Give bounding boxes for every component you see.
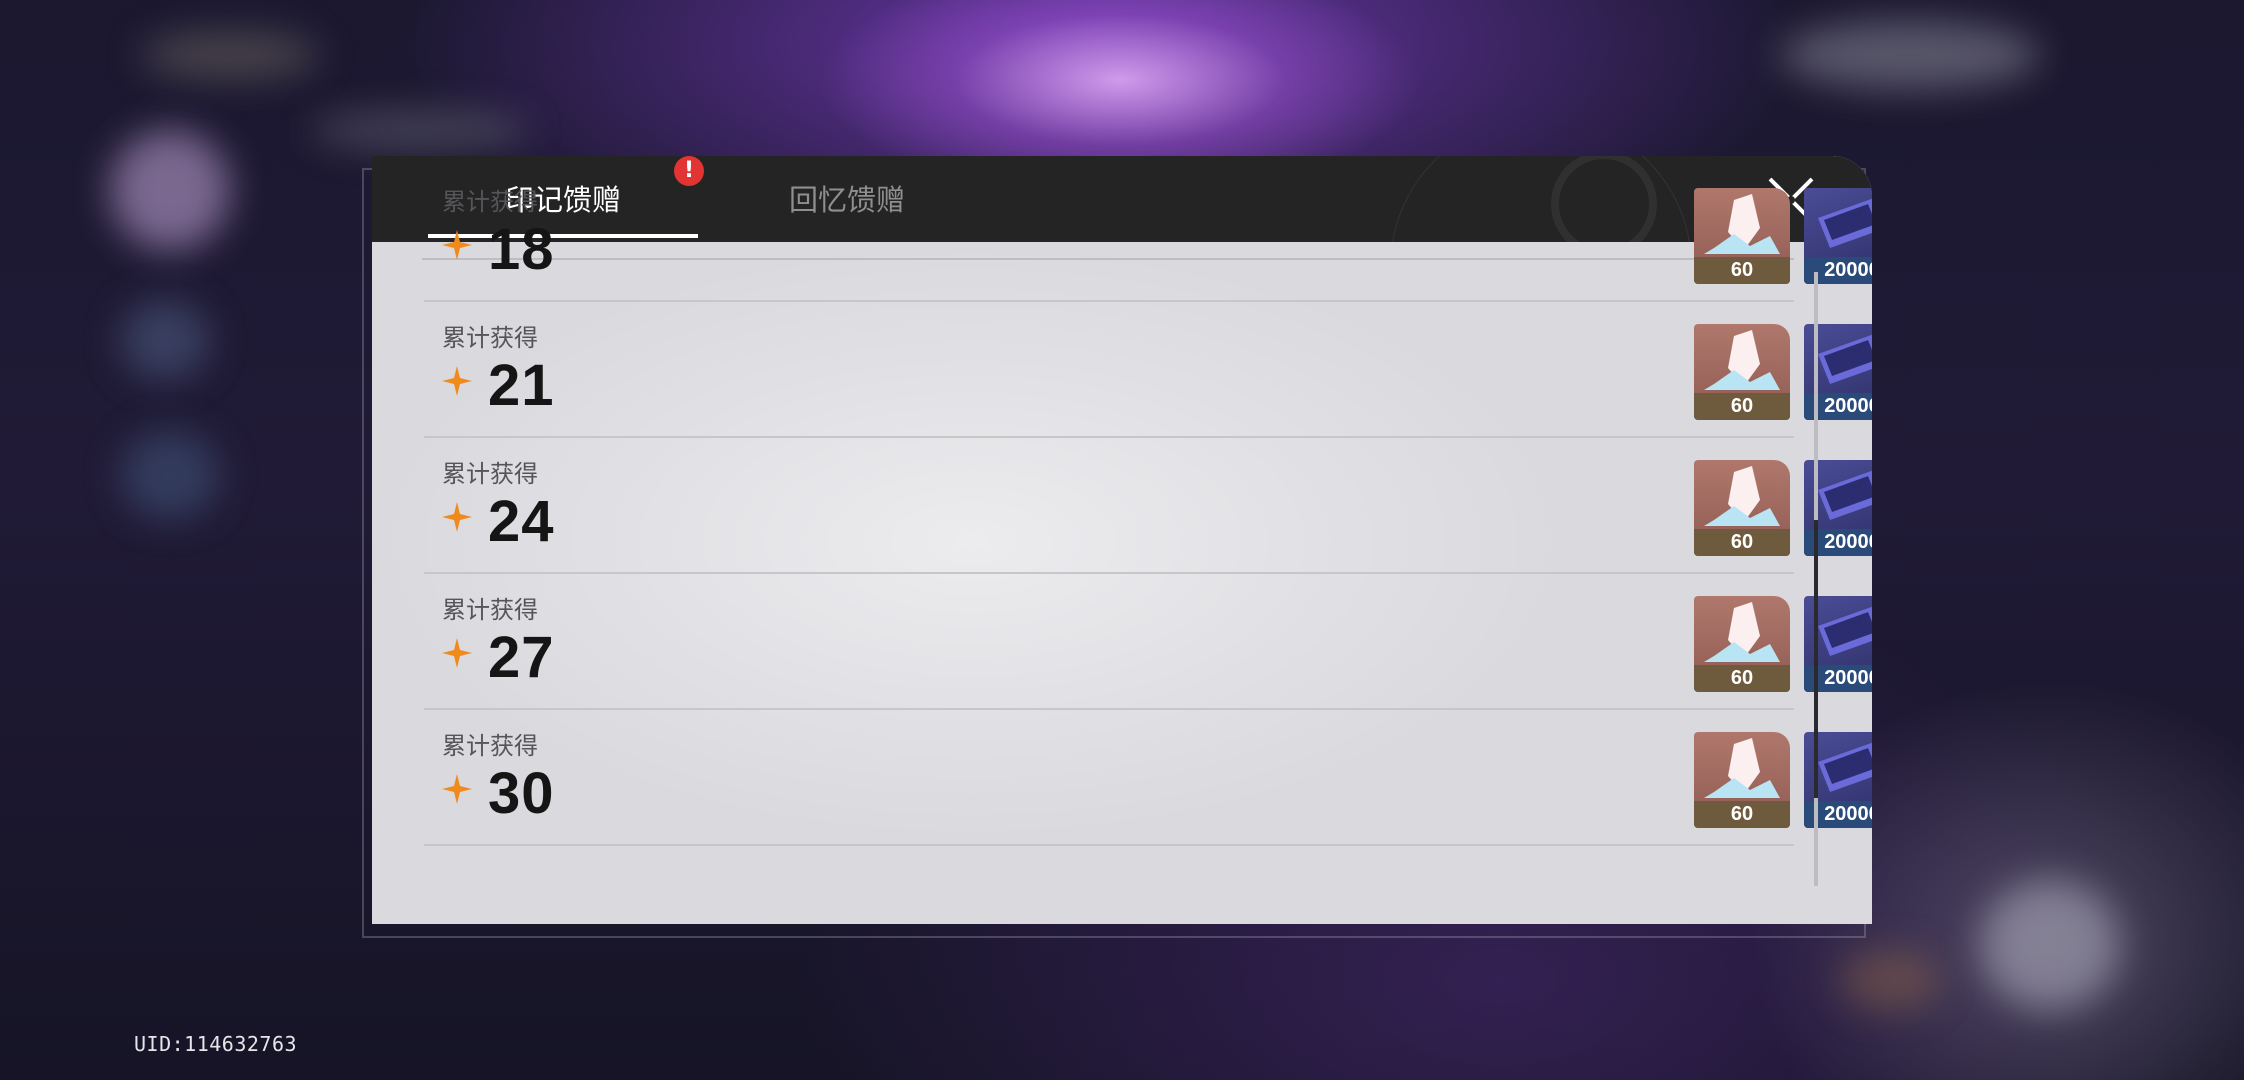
row-label: 累计获得 (442, 188, 538, 216)
background-icon-blur (1840, 950, 1940, 1010)
row-count: 18 (488, 217, 555, 282)
card-icon (1818, 198, 1872, 248)
row-count: 30 (488, 761, 555, 826)
reward-row: 累计获得 18 60 20000 领取 (424, 166, 1872, 302)
reward-row: 累计获得 30 60 20000 领取 (424, 710, 1872, 846)
row-label: 累计获得 (442, 324, 538, 352)
star-icon (442, 502, 472, 532)
row-count: 24 (488, 489, 555, 554)
reward-item-crystal[interactable]: 60 (1694, 460, 1790, 556)
reward-item-crystal[interactable]: 60 (1694, 596, 1790, 692)
crystal-icon (1704, 738, 1780, 798)
reward-item-crystal[interactable]: 60 (1694, 732, 1790, 828)
row-label: 累计获得 (442, 596, 538, 624)
background-button-blur (1780, 20, 2040, 90)
background-icon-blur (120, 430, 220, 520)
scrollbar-thumb[interactable] (1814, 520, 1818, 798)
reward-row: 累计获得 24 60 20000 领取 (424, 438, 1872, 574)
reward-quantity: 60 (1694, 393, 1790, 420)
star-icon (442, 366, 472, 396)
reward-list[interactable]: 累计获得 18 60 20000 领取 累计获得 21 60 (372, 188, 1872, 924)
reward-modal: 印记馈赠 ! 回忆馈赠 累计获得 18 60 2000 累计获得 21 60 2… (372, 156, 1872, 924)
reward-row: 累计获得 27 60 20000 领取 (424, 574, 1872, 710)
row-count: 21 (488, 353, 555, 418)
star-icon (442, 230, 472, 260)
reward-item-crystal[interactable]: 60 (1694, 188, 1790, 284)
background-avatar-blur (1980, 880, 2120, 1010)
background-icon-blur (120, 300, 210, 380)
reward-quantity: 60 (1694, 665, 1790, 692)
reward-item-card[interactable]: 20000 (1804, 188, 1872, 284)
reward-quantity: 60 (1694, 801, 1790, 828)
row-count: 27 (488, 625, 555, 690)
reward-row: 累计获得 21 60 20000 领取 (424, 302, 1872, 438)
background-text-blur (140, 30, 320, 80)
crystal-icon (1704, 330, 1780, 390)
crystal-icon (1704, 466, 1780, 526)
reward-quantity: 60 (1694, 257, 1790, 284)
background-avatar-blur (110, 130, 230, 250)
crystal-icon (1704, 194, 1780, 254)
star-icon (442, 774, 472, 804)
row-label: 累计获得 (442, 732, 538, 760)
star-icon (442, 638, 472, 668)
reward-quantity: 60 (1694, 529, 1790, 556)
crystal-icon (1704, 602, 1780, 662)
background-text-blur (310, 110, 530, 150)
reward-item-crystal[interactable]: 60 (1694, 324, 1790, 420)
uid-label: UID:114632763 (134, 1032, 298, 1056)
row-label: 累计获得 (442, 460, 538, 488)
